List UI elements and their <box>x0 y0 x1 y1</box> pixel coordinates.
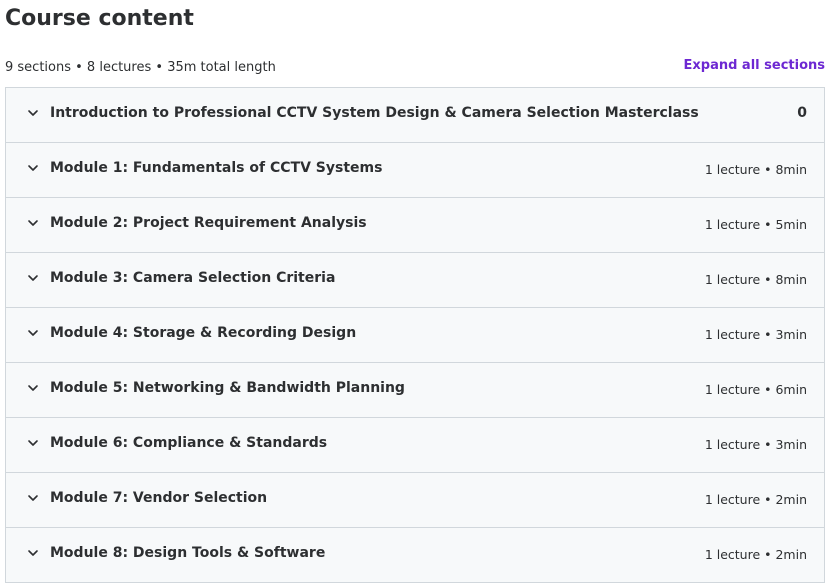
section-header[interactable]: Module 4: Storage & Recording Design 1 l… <box>6 308 824 363</box>
course-summary-row: 9 sections • 8 lectures • 35m total leng… <box>5 58 825 78</box>
section-title: Module 4: Storage & Recording Design <box>50 325 357 341</box>
expand-all-sections-button[interactable]: Expand all sections <box>684 58 825 73</box>
section-header[interactable]: Module 5: Networking & Bandwidth Plannin… <box>6 363 824 418</box>
section-header[interactable]: Module 3: Camera Selection Criteria 1 le… <box>6 253 824 308</box>
section-title: Module 3: Camera Selection Criteria <box>50 270 336 286</box>
chevron-down-icon <box>26 491 40 505</box>
chevron-down-icon <box>26 271 40 285</box>
section-meta: 1 lecture • 3min <box>704 327 807 342</box>
chevron-down-icon <box>26 436 40 450</box>
section-title: Module 5: Networking & Bandwidth Plannin… <box>50 380 405 396</box>
chevron-down-icon <box>26 546 40 560</box>
chevron-down-icon <box>26 161 40 175</box>
section-header[interactable]: Module 7: Vendor Selection 1 lecture • 2… <box>6 473 824 528</box>
page-title: Course content <box>5 6 194 31</box>
section-title: Module 8: Design Tools & Software <box>50 545 326 561</box>
section-header[interactable]: Module 1: Fundamentals of CCTV Systems 1… <box>6 143 824 198</box>
chevron-down-icon <box>26 326 40 340</box>
chevron-down-icon <box>26 381 40 395</box>
section-lecture-count: 0 <box>797 105 807 121</box>
section-meta: 1 lecture • 2min <box>704 547 807 562</box>
section-meta: 1 lecture • 2min <box>704 492 807 507</box>
section-title: Module 2: Project Requirement Analysis <box>50 215 367 231</box>
chevron-down-icon <box>26 106 40 120</box>
section-title: Module 7: Vendor Selection <box>50 490 268 506</box>
section-header[interactable]: Module 6: Compliance & Standards 1 lectu… <box>6 418 824 473</box>
section-header[interactable]: Introduction to Professional CCTV System… <box>6 88 824 143</box>
course-summary: 9 sections • 8 lectures • 35m total leng… <box>5 60 276 75</box>
section-meta: 1 lecture • 8min <box>704 162 807 177</box>
section-title: Module 1: Fundamentals of CCTV Systems <box>50 160 383 176</box>
chevron-down-icon <box>26 216 40 230</box>
section-header[interactable]: Module 8: Design Tools & Software 1 lect… <box>6 528 824 583</box>
section-meta: 1 lecture • 5min <box>704 217 807 232</box>
section-title: Module 6: Compliance & Standards <box>50 435 328 451</box>
section-meta: 1 lecture • 8min <box>704 272 807 287</box>
course-sections-accordion: Introduction to Professional CCTV System… <box>5 87 825 583</box>
section-title: Introduction to Professional CCTV System… <box>50 105 699 121</box>
section-meta: 1 lecture • 6min <box>704 382 807 397</box>
section-meta: 1 lecture • 3min <box>704 437 807 452</box>
section-header[interactable]: Module 2: Project Requirement Analysis 1… <box>6 198 824 253</box>
